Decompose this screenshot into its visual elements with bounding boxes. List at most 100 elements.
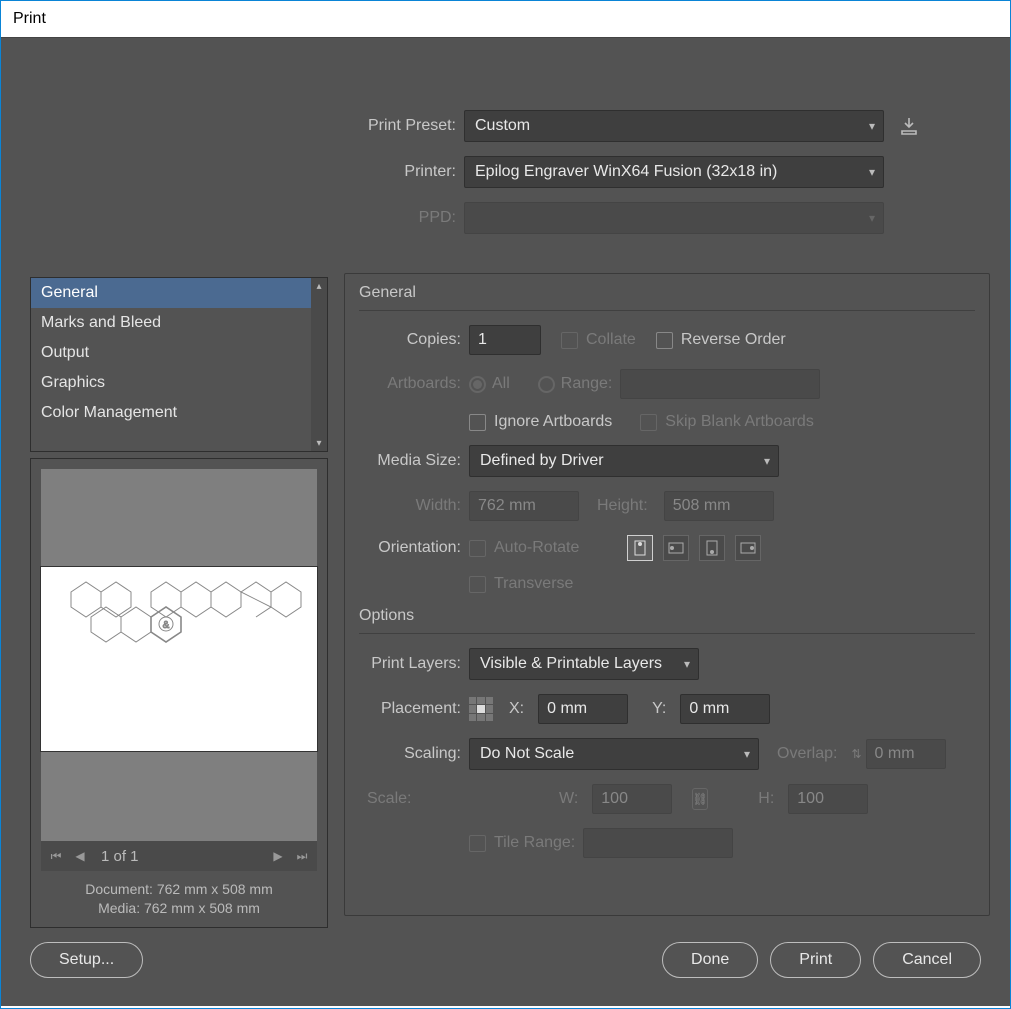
sidebar-item-color-management[interactable]: Color Management [31,398,311,428]
section-general-title: General [359,284,975,302]
overlap-label: Overlap: [777,745,845,763]
orientation-landscape-right-icon[interactable] [735,535,761,561]
preset-label: Print Preset: [344,117,464,135]
orientation-buttons [627,535,765,561]
reverse-order-checkbox[interactable] [656,332,673,349]
tile-range-input [583,828,733,858]
printer-label: Printer: [344,163,464,181]
placement-y-input[interactable] [680,694,770,724]
printer-value: Epilog Engraver WinX64 Fusion (32x18 in) [475,163,777,181]
tile-range-label: Tile Range: [494,834,575,852]
sidebar-item-graphics[interactable]: Graphics [31,368,311,398]
print-button[interactable]: Print [770,942,861,978]
scale-h-label: H: [758,790,782,808]
print-layers-label: Print Layers: [359,655,469,673]
placement-label: Placement: [359,700,469,718]
sidebar-item-output[interactable]: Output [31,338,311,368]
chevron-down-icon: ▾ [684,657,690,671]
dialog-body: Print Preset: Custom ▾ Printer: Epilog E… [1,38,1010,1006]
orientation-portrait-up-icon[interactable] [627,535,653,561]
chevron-down-icon: ▾ [869,119,875,133]
artboards-label: Artboards: [359,375,469,393]
orientation-label: Orientation: [359,539,469,557]
scale-w-label: W: [559,790,586,808]
cancel-button-label: Cancel [902,951,952,968]
window-title: Print [13,10,46,27]
height-label: Height: [597,497,656,515]
orientation-landscape-left-icon[interactable] [663,535,689,561]
overlap-input [866,739,946,769]
cancel-button[interactable]: Cancel [873,942,981,978]
pager-prev-icon[interactable]: ◀ [71,849,89,863]
scroll-down-icon[interactable]: ▾ [311,435,327,451]
pager-first-icon[interactable]: ⏮ [47,849,65,864]
scroll-up-icon[interactable]: ▴ [311,278,327,294]
print-button-label: Print [799,951,832,968]
scale-w-input [592,784,672,814]
height-input [664,491,774,521]
artboards-range-radio [538,376,555,393]
preview-canvas: & [41,469,317,849]
preview-panel: & ⏮ ◀ 1 of 1 ▶ ⏭ Document: 762 mm x 508 … [30,458,328,928]
sidebar-scrollbar[interactable]: ▴ ▾ [311,278,327,451]
done-button[interactable]: Done [662,942,758,978]
sidebar-item-label: General [41,284,98,301]
printer-select[interactable]: Epilog Engraver WinX64 Fusion (32x18 in)… [464,156,884,188]
artboards-range-label: Range: [561,375,613,393]
sidebar-item-label: Output [41,344,89,361]
ppd-label: PPD: [344,209,464,227]
preview-meta: Document: 762 mm x 508 mm Media: 762 mm … [41,880,317,919]
window-titlebar: Print [1,1,1010,38]
pager-last-icon[interactable]: ⏭ [293,849,311,864]
collate-checkbox [561,332,578,349]
sidebar-item-label: Color Management [41,404,177,421]
save-preset-icon[interactable] [896,113,922,139]
pager-text: 1 of 1 [95,848,215,865]
svg-text:&: & [163,620,170,631]
collate-label: Collate [586,331,636,349]
preview-pager: ⏮ ◀ 1 of 1 ▶ ⏭ [41,841,317,871]
copies-input[interactable] [469,325,541,355]
sidebar-item-marks-bleed[interactable]: Marks and Bleed [31,308,311,338]
chevron-down-icon: ▾ [764,454,770,468]
ignore-artboards-label: Ignore Artboards [494,413,612,431]
sidebar-item-label: Marks and Bleed [41,314,161,331]
skip-blank-label: Skip Blank Artboards [665,413,814,431]
artboards-all-label: All [492,375,510,393]
doc-dimensions: Document: 762 mm x 508 mm [41,880,317,900]
scaling-select[interactable]: Do Not Scale ▾ [469,738,759,770]
ppd-select: ▾ [464,202,884,234]
top-settings: Print Preset: Custom ▾ Printer: Epilog E… [344,110,990,248]
skip-blank-checkbox [640,414,657,431]
placement-x-input[interactable] [538,694,628,724]
right-settings-panel: General Copies: Collate Reverse Order Ar… [344,273,990,916]
range-input [620,369,820,399]
section-options-title: Options [359,607,975,625]
chevron-down-icon: ▾ [869,165,875,179]
scaling-label: Scaling: [359,745,469,763]
orientation-portrait-down-icon[interactable] [699,535,725,561]
transverse-checkbox [469,576,486,593]
placement-grid-icon[interactable] [469,697,493,721]
pager-next-icon[interactable]: ▶ [269,849,287,863]
media-size-value: Defined by Driver [480,452,604,470]
dialog-button-row: Setup... Done Print Cancel [30,942,981,978]
artboards-all-radio [469,376,486,393]
transverse-label: Transverse [494,575,573,593]
setup-button[interactable]: Setup... [30,942,143,978]
auto-rotate-checkbox [469,540,486,557]
ignore-artboards-checkbox[interactable] [469,414,486,431]
link-icon: ⛓ [692,788,708,810]
sidebar-item-general[interactable]: General [31,278,311,308]
chevron-down-icon: ▾ [869,211,875,225]
setup-button-label: Setup... [59,951,114,968]
done-button-label: Done [691,951,729,968]
divider [359,310,975,311]
tile-range-checkbox [469,835,486,852]
chevron-down-icon: ▾ [744,747,750,761]
media-size-select[interactable]: Defined by Driver ▾ [469,445,779,477]
media-size-label: Media Size: [359,452,469,470]
print-layers-select[interactable]: Visible & Printable Layers ▾ [469,648,699,680]
auto-rotate-label: Auto-Rotate [494,539,579,557]
preset-select[interactable]: Custom ▾ [464,110,884,142]
